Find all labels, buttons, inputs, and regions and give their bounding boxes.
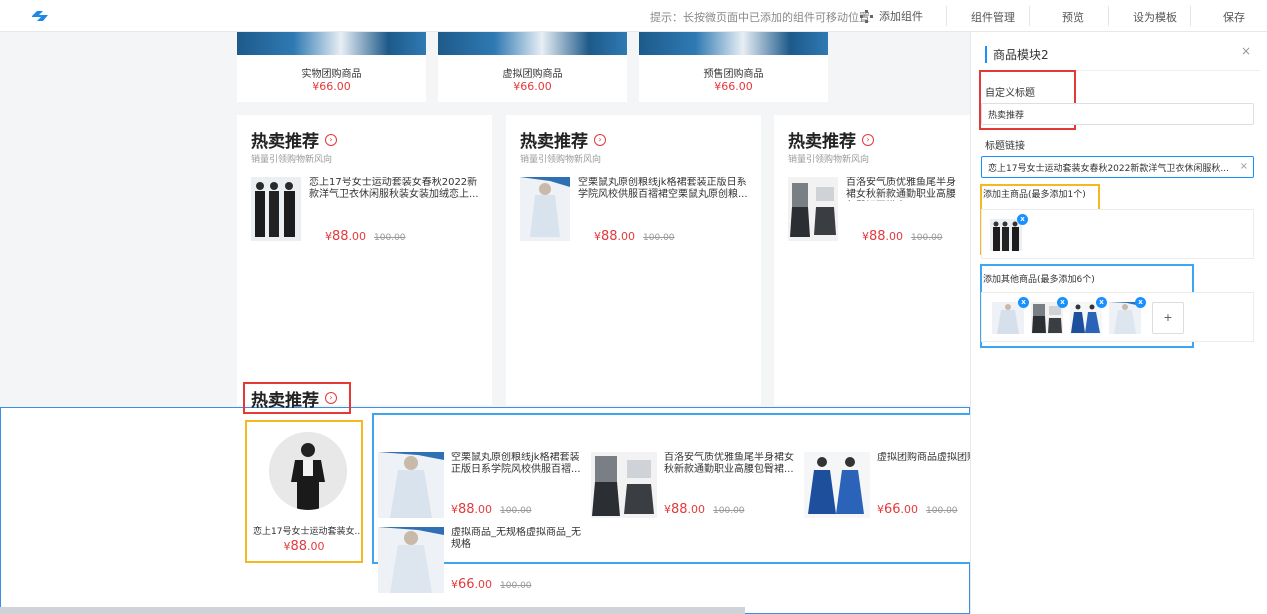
product-image [591, 452, 657, 518]
other-products-label: 添加其他商品(最多添加6个) [983, 275, 1095, 285]
original-price: 100.00 [926, 506, 958, 516]
custom-title-label: 自定义标题 [985, 88, 1035, 99]
group-buy-item[interactable]: 预售团购商品 ¥66.00 [639, 32, 828, 102]
panel-title: 商品模块2 [985, 46, 1049, 63]
module-title[interactable]: 热卖推荐 › [243, 382, 351, 414]
product-name: 空栗鼠丸原创粮线jk格裙套装正版日系学院风校供服百褶裙空栗鼠丸原创粮... [578, 177, 748, 200]
product-price: ¥66.00 100.00 [451, 577, 532, 592]
set-template-button[interactable]: 设为模板 [1133, 9, 1177, 25]
product-image [378, 452, 444, 518]
add-product-button[interactable]: + [1152, 302, 1184, 334]
original-price: 100.00 [911, 233, 943, 243]
product-image [237, 32, 426, 55]
divider [1029, 6, 1030, 26]
product-image [251, 177, 301, 241]
product-name: 百洛安气质优雅鱼尾半身裙女秋新款通勤职业高腰包臀裙... [664, 452, 794, 475]
product-name: 虚拟团购商品 [502, 69, 563, 80]
other-product-item[interactable]: 虚拟商品_无规格虚拟商品_无规格 ¥66.00 100.00 [376, 527, 586, 593]
main-product-label: 添加主商品(最多添加1个) [983, 190, 1086, 200]
divider [946, 6, 947, 26]
original-price: 100.00 [374, 233, 406, 243]
card-title: 热卖推荐 › [520, 127, 606, 152]
add-component-label: 添加组件 [879, 10, 923, 23]
product-name: 恋上17号女士运动套装女... [253, 527, 361, 537]
card-title: 热卖推荐 › [788, 127, 874, 152]
product-name: 空栗鼠丸原创粮线jk格裙套装正版日系学院风校供服百褶... [451, 452, 581, 475]
title-link-input[interactable]: 恋上17号女士运动套装女春秋2022新款洋气卫衣休闲服秋... × [981, 156, 1254, 178]
product-price: ¥88.00 [283, 539, 325, 554]
product-price: ¥88.00 100.00 [325, 229, 406, 244]
product-name: 虚拟商品_无规格虚拟商品_无规格 [451, 527, 581, 550]
card-subtitle: 销量引领购物新风向 [520, 155, 602, 165]
divider [1190, 6, 1191, 26]
product-image [804, 452, 870, 518]
product-price: ¥88.00 100.00 [594, 229, 675, 244]
move-hint: 提示：长按微页面中已添加的组件可移动位置 [650, 11, 870, 24]
product-price: ¥88.00 100.00 [451, 502, 532, 517]
save-button[interactable]: 保存 [1223, 9, 1245, 25]
preview-button[interactable]: 预览 [1062, 9, 1084, 25]
original-price: 100.00 [500, 506, 532, 516]
arrow-right-icon: › [862, 133, 874, 146]
product-price: ¥66.00 [714, 80, 753, 93]
product-image [438, 32, 627, 55]
custom-title-input[interactable]: 热卖推荐 [981, 103, 1254, 125]
remove-icon[interactable]: x [1017, 214, 1028, 225]
other-product-item[interactable]: 百洛安气质优雅鱼尾半身裙女秋新款通勤职业高腰包臀裙... ¥88.00 100.… [589, 452, 799, 518]
add-component-button[interactable]: 添加组件 [860, 8, 923, 24]
hot-product-card[interactable]: 热卖推荐 › 销量引领购物新风向 恋上17号女士运动套装女春秋2022新款洋气卫衣… [237, 115, 492, 405]
other-products-well: x x x x + [981, 292, 1254, 342]
title-link-value: 恋上17号女士运动套装女春秋2022新款洋气卫衣休闲服秋... [988, 163, 1229, 174]
product-image [378, 527, 444, 593]
product-price: ¥66.00 [312, 80, 351, 93]
other-product-item[interactable]: 空栗鼠丸原创粮线jk格裙套装正版日系学院风校供服百褶... ¥88.00 100… [376, 452, 586, 518]
card-subtitle: 销量引领购物新风向 [788, 155, 870, 165]
group-buy-item[interactable]: 实物团购商品 ¥66.00 [237, 32, 426, 102]
product-image [520, 177, 570, 241]
product-thumbnail[interactable] [990, 219, 1022, 251]
remove-icon[interactable]: x [1096, 297, 1107, 308]
product-price: ¥88.00 100.00 [862, 229, 943, 244]
product-name: 虚拟团购商品虚拟团购 [877, 452, 977, 463]
remove-icon[interactable]: x [1135, 297, 1146, 308]
components-icon [860, 9, 873, 23]
close-icon[interactable]: × [1241, 44, 1251, 58]
main-product-well: x [981, 209, 1254, 259]
original-price: 100.00 [500, 581, 532, 591]
arrow-right-icon: › [594, 133, 606, 146]
product-price: ¥66.00 [513, 80, 552, 93]
settings-panel: 商品模块2 × 自定义标题 热卖推荐 标题链接 恋上17号女士运动套装女春秋20… [970, 32, 1267, 614]
product-name: 预售团购商品 [703, 69, 764, 80]
remove-icon[interactable]: x [1018, 297, 1029, 308]
title-link-label: 标题链接 [985, 141, 1025, 152]
product-image [788, 177, 838, 241]
horizontal-scrollbar[interactable] [0, 607, 745, 614]
group-buy-item[interactable]: 虚拟团购商品 ¥66.00 [438, 32, 627, 102]
component-manage-button[interactable]: 组件管理 [971, 9, 1015, 25]
remove-icon[interactable]: x [1057, 297, 1068, 308]
hot-product-card[interactable]: 热卖推荐 › 销量引领购物新风向 空栗鼠丸原创粮线jk格裙套装正版日系学院风校供服… [506, 115, 761, 405]
card-subtitle: 销量引领购物新风向 [251, 155, 333, 165]
product-name: 百洛安气质优雅鱼尾半身裙女秋新款通勤职业高腰包臀裙百搭中 [846, 177, 956, 200]
card-title: 热卖推荐 › [251, 127, 337, 152]
product-price: ¥88.00 100.00 [664, 502, 745, 517]
arrow-right-icon: › [325, 392, 337, 404]
original-price: 100.00 [713, 506, 745, 516]
arrow-right-icon: › [325, 133, 337, 146]
hot-product-card[interactable]: 热卖推荐› 销量引领购物新风向 百洛安气质优雅鱼尾半身裙女秋新款通勤职业高腰包臀… [774, 115, 970, 405]
product-image [269, 432, 347, 510]
main-product[interactable]: 恋上17号女士运动套装女... ¥88.00 [245, 420, 363, 563]
divider [1108, 6, 1109, 26]
logo-icon [32, 11, 48, 21]
other-products: 空栗鼠丸原创粮线jk格裙套装正版日系学院风校供服百褶... ¥88.00 100… [372, 413, 978, 593]
product-name: 实物团购商品 [301, 69, 362, 80]
product-price: ¥66.00 100.00 [877, 502, 958, 517]
top-toolbar: 提示：长按微页面中已添加的组件可移动位置 添加组件 组件管理 预览 设为模板 保… [0, 0, 1267, 32]
original-price: 100.00 [643, 233, 675, 243]
product-name: 恋上17号女士运动套装女春秋2022新款洋气卫衣休闲服秋装女装加绒恋上... [309, 177, 479, 200]
clear-icon[interactable]: × [1240, 161, 1248, 172]
other-product-item[interactable]: 虚拟团购商品虚拟团购 ¥66.00 100.00 [802, 452, 978, 518]
product-image [639, 32, 828, 55]
